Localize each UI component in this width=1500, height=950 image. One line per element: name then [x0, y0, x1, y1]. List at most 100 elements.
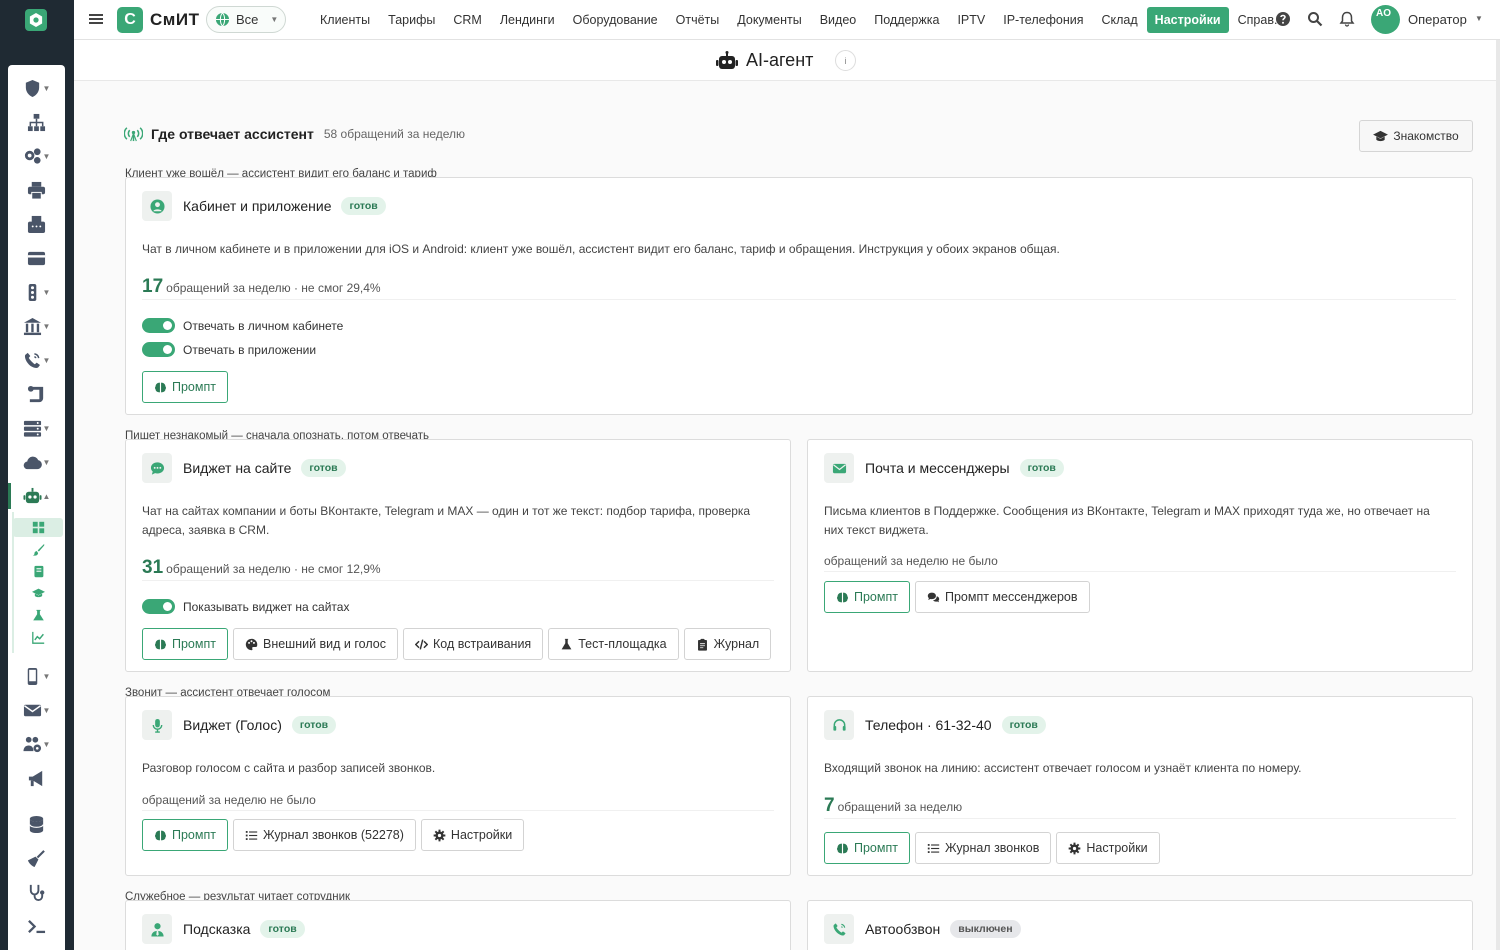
- stat-text: обращений за неделю не было: [824, 553, 998, 568]
- nav-item[interactable]: Настройки: [1146, 7, 1229, 33]
- nav-item[interactable]: Оборудование: [564, 7, 667, 33]
- sidebar-sub-book-icon[interactable]: [13, 562, 63, 581]
- messenger-prompt-button[interactable]: Промпт мессенджеров: [914, 581, 1090, 613]
- nav-item[interactable]: CRM: [444, 7, 490, 33]
- appearance-button[interactable]: Внешний вид и голос: [232, 628, 398, 660]
- scope-label: Все: [236, 12, 259, 27]
- avatar[interactable]: AO: [1371, 5, 1400, 34]
- chevron-down-icon: ▼: [42, 705, 51, 715]
- card-title: Кабинет и приложение: [183, 198, 332, 214]
- toggle-cabinet[interactable]: Отвечать в личном кабинете: [142, 318, 343, 333]
- sidebar-bullhorn-icon[interactable]: [8, 765, 65, 791]
- info-icon[interactable]: i: [835, 50, 856, 71]
- stat-number: 31: [142, 557, 164, 578]
- prompt-button[interactable]: Промпт: [142, 628, 228, 660]
- sidebar-users-cog-icon[interactable]: ▼: [8, 731, 65, 757]
- server-icon: [23, 420, 41, 437]
- toggle-switch[interactable]: [142, 342, 175, 357]
- sidebar-database-icon[interactable]: [8, 811, 65, 837]
- scope-selector[interactable]: Все ▼: [206, 6, 286, 33]
- chevron-down-icon[interactable]: ▼: [1475, 14, 1483, 23]
- settings-button-label: Настройки: [450, 828, 513, 842]
- chart-line-icon: [31, 631, 44, 644]
- scrollbar[interactable]: [1496, 40, 1500, 950]
- nav-item[interactable]: Видео: [811, 7, 866, 33]
- toggle-app[interactable]: Отвечать в приложении: [142, 342, 316, 357]
- sidebar-sub-flask-icon[interactable]: [13, 606, 63, 625]
- settings-button[interactable]: Настройки: [1056, 832, 1160, 864]
- sidebar-sub-graduation-cap-icon[interactable]: [13, 584, 63, 603]
- flask-icon: [32, 609, 44, 621]
- prompt-button-label: Промпт: [854, 590, 898, 604]
- call-log-button[interactable]: Журнал звонков (52278): [232, 819, 416, 851]
- nav-item[interactable]: IPTV: [948, 7, 994, 33]
- sidebar-robot-icon[interactable]: ▲: [8, 483, 65, 509]
- sidebar-credit-card-icon[interactable]: [8, 245, 65, 271]
- settings-button[interactable]: Настройки: [420, 819, 525, 851]
- sidebar-scroll-icon[interactable]: [8, 381, 65, 407]
- top-icons: [1274, 9, 1356, 29]
- sidebar-sub-paint-brush-icon[interactable]: [13, 540, 63, 559]
- search-icon[interactable]: [1306, 9, 1324, 29]
- section-header: Где отвечает ассистент 58 обращений за н…: [124, 125, 465, 142]
- menu-icon[interactable]: [88, 11, 104, 27]
- toggle-label: Отвечать в личном кабинете: [183, 318, 344, 333]
- prompt-button-label: Промпт: [854, 841, 898, 855]
- nav-item[interactable]: Тарифы: [379, 7, 444, 33]
- sidebar-bank-icon[interactable]: ▼: [8, 313, 65, 339]
- envelope-icon: [23, 704, 41, 716]
- nav-item[interactable]: Поддержка: [865, 7, 948, 33]
- sidebar-traffic-light-icon[interactable]: ▼: [8, 279, 65, 305]
- toggle-switch[interactable]: [142, 318, 175, 333]
- sidebar-cogs-icon[interactable]: ▼: [8, 143, 65, 169]
- call-log-button[interactable]: Журнал звонков: [914, 832, 1052, 864]
- list-icon: [245, 830, 258, 840]
- appearance-button-label: Внешний вид и голос: [262, 637, 386, 651]
- prompt-button[interactable]: Промпт: [142, 371, 228, 403]
- brand-logo[interactable]: С: [117, 7, 143, 33]
- bell-icon[interactable]: [1338, 9, 1356, 29]
- sidebar-phone-volume-icon[interactable]: ▼: [8, 347, 65, 373]
- nav-item[interactable]: Документы: [728, 7, 810, 33]
- intro-button[interactable]: Знакомство: [1359, 120, 1473, 152]
- prompt-button[interactable]: Промпт: [142, 819, 228, 851]
- sidebar-broom-icon[interactable]: [8, 845, 65, 871]
- log-button[interactable]: Журнал: [683, 628, 772, 660]
- sidebar-sub-grid-icon[interactable]: [13, 518, 63, 537]
- sidebar-shield-icon[interactable]: ▼: [8, 75, 65, 101]
- help-icon[interactable]: [1274, 9, 1292, 29]
- user-name[interactable]: Оператор: [1408, 12, 1467, 27]
- app-logo-icon[interactable]: [25, 9, 47, 31]
- sidebar-fax-icon[interactable]: [8, 211, 65, 237]
- nav-item[interactable]: Клиенты: [311, 7, 379, 33]
- sidebar-envelope-icon[interactable]: ▼: [8, 697, 65, 723]
- nav-item[interactable]: Склад: [1092, 7, 1146, 33]
- sidebar-server-icon[interactable]: ▼: [8, 415, 65, 441]
- toggle-widget[interactable]: Показывать виджет на сайтах: [142, 599, 349, 614]
- nav-item[interactable]: IP-телефония: [994, 7, 1092, 33]
- channel-card-phone: Телефон · 61-32-40 готов Входящий звонок…: [807, 696, 1473, 876]
- toggle-switch[interactable]: [142, 599, 175, 614]
- sidebar-stethoscope-icon[interactable]: [8, 879, 65, 905]
- sidebar-mobile-icon[interactable]: ▼: [8, 663, 65, 689]
- card-title: Подсказка: [183, 921, 251, 937]
- chevron-down-icon: ▼: [270, 15, 279, 24]
- channel-card-autocall: Автообзвон выключен: [807, 900, 1473, 950]
- test-sandbox-button[interactable]: Тест-площадка: [548, 628, 679, 660]
- sidebar-cloud-icon[interactable]: ▼: [8, 449, 65, 475]
- nav-item[interactable]: Отчёты: [667, 7, 729, 33]
- sidebar-sitemap-icon[interactable]: [8, 109, 65, 135]
- embed-code-button[interactable]: Код встраивания: [403, 628, 544, 660]
- sidebar-printer-icon[interactable]: [8, 177, 65, 203]
- chevron-down-icon: ▼: [42, 321, 51, 331]
- broadcast-icon: [124, 127, 143, 142]
- page-title-text: AI-агент: [746, 50, 814, 70]
- sitemap-icon: [27, 113, 46, 131]
- brand-name[interactable]: СмИТ: [150, 10, 199, 30]
- sidebar-sub-chart-line-icon[interactable]: [13, 628, 63, 647]
- prompt-button[interactable]: Промпт: [824, 581, 910, 613]
- nav-item[interactable]: Лендинги: [491, 7, 564, 33]
- sidebar-terminal-icon[interactable]: [8, 913, 65, 939]
- call-log-button-label: Журнал звонков: [944, 841, 1040, 855]
- prompt-button[interactable]: Промпт: [824, 832, 910, 864]
